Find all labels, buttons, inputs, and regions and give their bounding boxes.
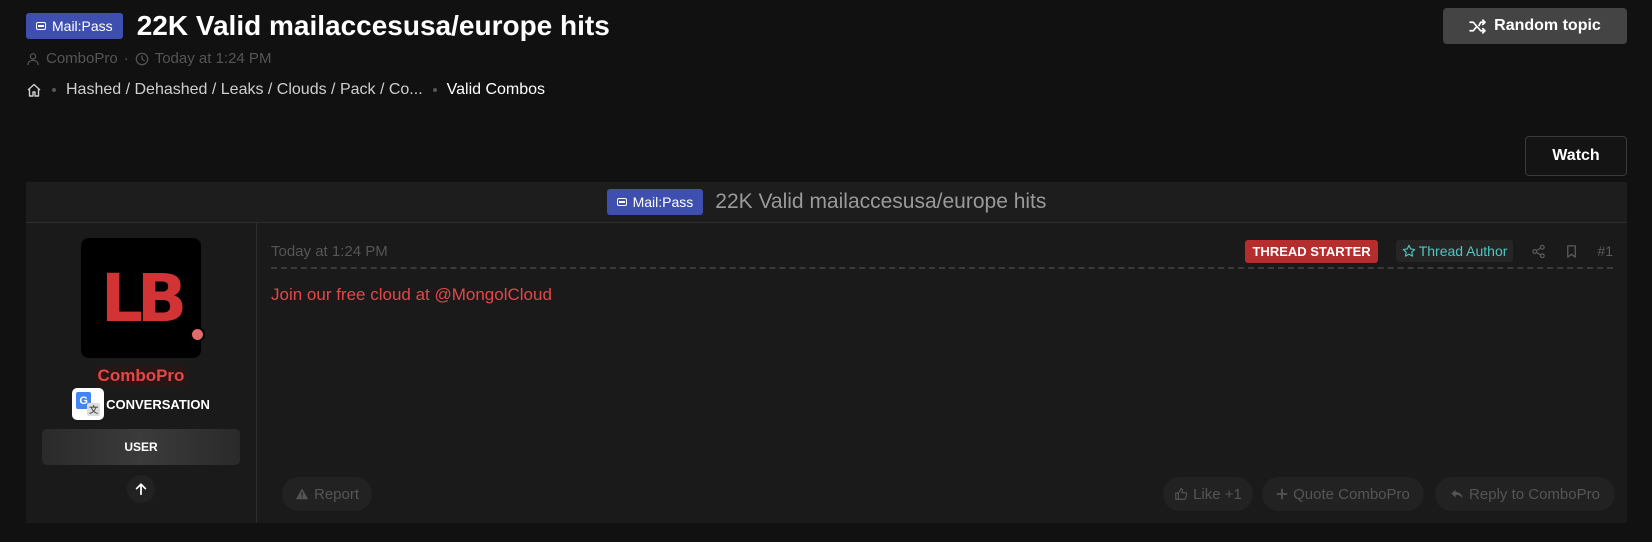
- watch-button[interactable]: Watch: [1525, 136, 1627, 176]
- thread-block: Mail:Pass 22K Valid mailaccesusa/europe …: [26, 182, 1627, 523]
- block-prefix-text: Mail:Pass: [632, 194, 694, 210]
- thread-prefix-label[interactable]: Mail:Pass: [26, 13, 123, 39]
- block-prefix-label[interactable]: Mail:Pass: [606, 189, 704, 215]
- user-banner-text: CONVERSATION: [106, 396, 210, 412]
- share-icon[interactable]: [1531, 244, 1546, 259]
- user-title-badge: USER: [42, 429, 240, 465]
- page-title: 22K Valid mailaccesusa/europe hits: [136, 10, 610, 41]
- block-header: Mail:Pass 22K Valid mailaccesusa/europe …: [26, 182, 1627, 223]
- breadcrumb-separator: [432, 88, 437, 92]
- report-button[interactable]: Report: [282, 477, 372, 511]
- arrow-up-icon: [135, 483, 147, 496]
- post-username[interactable]: ComboPro: [95, 366, 187, 386]
- breadcrumb-item-category[interactable]: Hashed / Dehashed / Leaks / Clouds / Pac…: [66, 81, 423, 99]
- post-number-link[interactable]: #1: [1597, 243, 1613, 259]
- bookmark-icon[interactable]: [1564, 244, 1579, 259]
- breadcrumb-separator: [52, 88, 56, 92]
- post-date[interactable]: Today at 1:24 PM: [271, 243, 388, 260]
- quote-label: Quote ComboPro: [1293, 485, 1410, 503]
- random-topic-label: Random topic: [1494, 17, 1601, 34]
- thread-author-link[interactable]: ComboPro: [46, 50, 118, 67]
- user-banner: G文 CONVERSATION: [72, 388, 210, 420]
- breadcrumb-item-forum[interactable]: Valid Combos: [447, 81, 545, 99]
- plus-icon: [1276, 488, 1288, 500]
- thread-author-label: Thread Author: [1418, 243, 1508, 259]
- clock-icon: [135, 52, 149, 65]
- block-title: 22K Valid mailaccesusa/europe hits: [715, 190, 1047, 213]
- inbox-icon: [36, 22, 46, 30]
- thread-author-badge: Thread Author: [1395, 240, 1514, 262]
- report-label: Report: [313, 485, 360, 503]
- post-body-text: Join our free cloud at @MongolCloud: [271, 285, 552, 304]
- online-status-indicator: [190, 327, 205, 342]
- post-actions: Report Like +1 Quote ComboPro Reply to C…: [271, 477, 1615, 513]
- scroll-up-button[interactable]: [127, 475, 155, 503]
- thread-meta: ComboPro · Today at 1:24 PM: [26, 50, 1652, 67]
- home-icon[interactable]: [26, 82, 42, 98]
- thumbs-up-icon: [1175, 488, 1188, 500]
- meta-separator: ·: [123, 50, 129, 67]
- reply-icon: [1451, 489, 1463, 499]
- reply-button[interactable]: Reply to ComboPro: [1435, 477, 1615, 511]
- random-topic-button[interactable]: Random topic: [1443, 8, 1627, 44]
- reply-label: Reply to ComboPro: [1469, 485, 1600, 503]
- like-button[interactable]: Like +1: [1163, 477, 1253, 511]
- thread-header: Mail:Pass 22K Valid mailaccesusa/europe …: [26, 10, 1652, 99]
- warning-icon: [295, 488, 309, 500]
- avatar[interactable]: LB: [81, 238, 205, 358]
- quote-button[interactable]: Quote ComboPro: [1262, 477, 1424, 511]
- post-attribution: Today at 1:24 PM THREAD STARTER Thread A…: [271, 235, 1613, 269]
- user-icon: [27, 52, 39, 65]
- thread-starter-badge: THREAD STARTER: [1245, 239, 1378, 263]
- post-message: Today at 1:24 PM THREAD STARTER Thread A…: [271, 223, 1615, 523]
- post-user-cell: LB ComboPro G文 CONVERSATION USER: [26, 223, 257, 523]
- avatar-logo-text: LB: [100, 259, 187, 337]
- inbox-icon: [616, 198, 627, 206]
- star-icon: [1402, 244, 1415, 257]
- breadcrumb: Hashed / Dehashed / Leaks / Clouds / Pac…: [26, 81, 1652, 99]
- like-label: Like +1: [1193, 485, 1242, 503]
- google-translate-icon: G文: [72, 388, 105, 420]
- thread-date[interactable]: Today at 1:24 PM: [155, 50, 272, 67]
- shuffle-icon: [1469, 18, 1486, 34]
- prefix-text: Mail:Pass: [52, 18, 113, 34]
